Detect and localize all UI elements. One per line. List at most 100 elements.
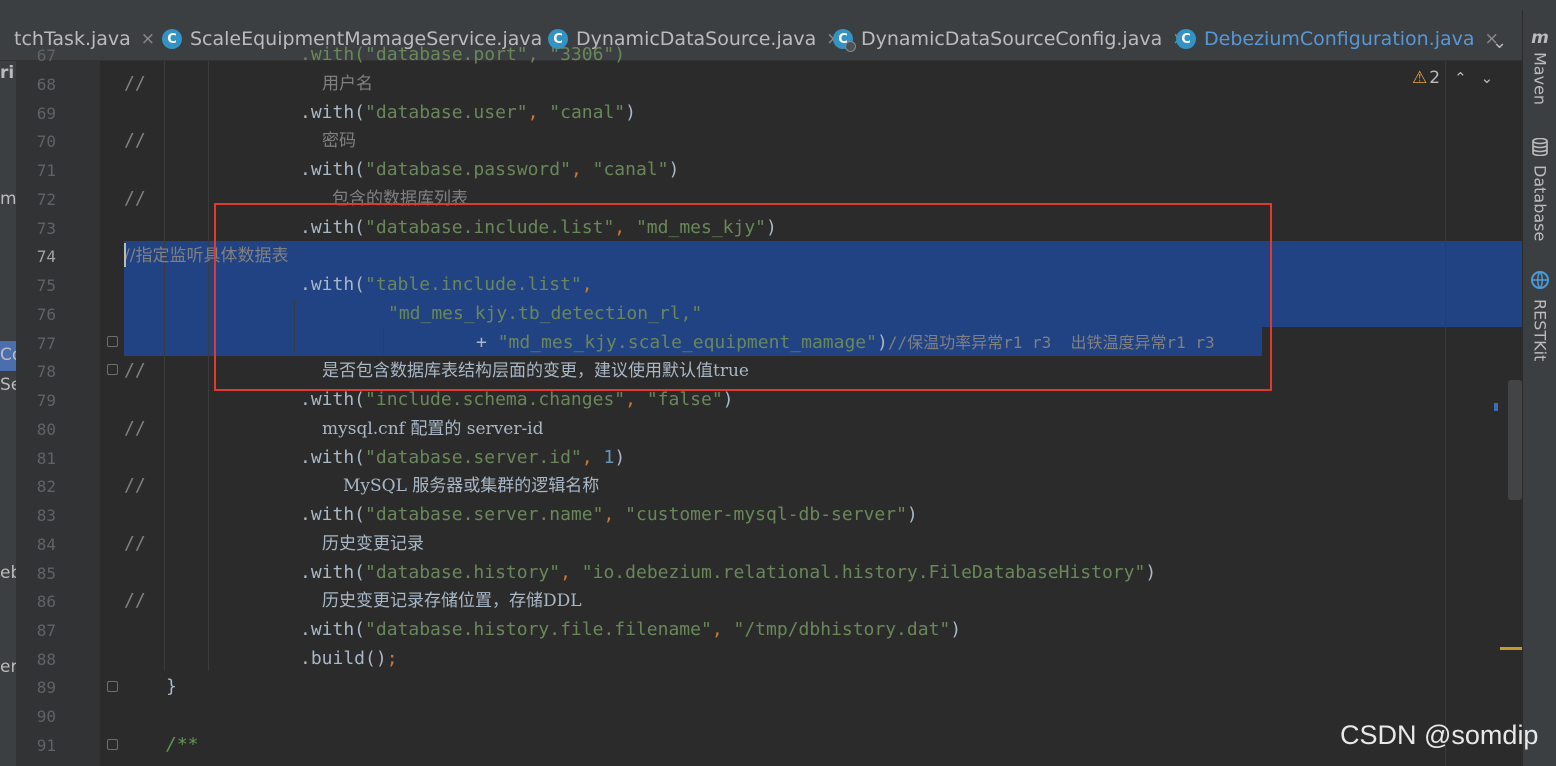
right-tool-strip: m Maven Database RESTKit [1522, 10, 1556, 766]
line-number[interactable]: 74 [16, 247, 56, 266]
maven-tool[interactable]: m Maven [1528, 28, 1552, 105]
line-number[interactable]: 72 [16, 190, 56, 209]
comment-text: 密码 [322, 131, 356, 151]
watermark: CSDN @somdip [1340, 720, 1539, 750]
close-icon[interactable]: × [141, 29, 155, 49]
project-item[interactable]: eb [0, 563, 16, 583]
closing-brace: } [166, 676, 177, 697]
paren: ) [722, 389, 734, 410]
code-line-80: // [124, 414, 146, 443]
line-number[interactable]: 85 [16, 564, 56, 583]
warning-scroll-marker[interactable] [1500, 647, 1522, 650]
line-number[interactable]: 82 [16, 477, 56, 496]
code-line-70-text: 密码 [322, 126, 356, 155]
code-line-68: // [124, 69, 146, 98]
line-number[interactable]: 84 [16, 535, 56, 554]
database-label: Database [1530, 165, 1550, 242]
line-number[interactable]: 76 [16, 305, 56, 324]
code-line-91: /** [166, 730, 199, 759]
scroll-marker[interactable] [1494, 403, 1498, 411]
line-number[interactable]: 90 [16, 707, 56, 726]
chevron-down-icon[interactable]: ⌄ [1492, 32, 1507, 53]
code-line-81: .with("database.server.id", 1) [300, 443, 625, 472]
code-line-84-text: 历史变更记录 [322, 529, 424, 558]
line-number[interactable]: 70 [16, 132, 56, 151]
line-number[interactable]: 91 [16, 736, 56, 755]
paren: ) [625, 102, 636, 123]
method-call: .with( [300, 562, 366, 583]
paren: ) [1145, 562, 1157, 583]
fold-marker-icon[interactable] [107, 364, 118, 375]
comment-text: 历史变更记录 [322, 534, 424, 554]
project-item[interactable]: Co [0, 345, 16, 365]
string-literal: "io.debezium.relational.history.FileData… [581, 562, 1146, 583]
project-item[interactable]: ert [0, 657, 16, 677]
string-literal: "database.server.name" [365, 504, 604, 525]
string-literal: "database.user" [365, 102, 528, 123]
line-number[interactable]: 71 [16, 161, 56, 180]
code-line-89: } [166, 672, 177, 701]
inspection-widget[interactable]: ⚠ 2 ⌃ ⌄ [1412, 68, 1493, 88]
comment-text: 历史变更记录存储位置，存储DDL [322, 591, 582, 611]
fold-marker-icon[interactable] [107, 681, 118, 692]
code-line-69: .with("database.user", "canal") [300, 98, 636, 127]
database-tool[interactable]: Database [1528, 137, 1552, 242]
indent-guide [208, 61, 209, 671]
string-literal: "database.password" [365, 159, 571, 180]
project-item[interactable]: ri [0, 63, 14, 83]
annotation-highlight-box [214, 203, 1272, 391]
line-number[interactable]: 81 [16, 449, 56, 468]
string-literal: "customer-mysql-db-server" [625, 504, 907, 525]
method-call: .with( [300, 389, 366, 410]
fold-marker-icon[interactable] [107, 739, 118, 750]
line-number[interactable]: 89 [16, 678, 56, 697]
globe-icon [1530, 270, 1550, 295]
line-number[interactable]: 80 [16, 420, 56, 439]
restkit-label: RESTKit [1530, 299, 1550, 362]
line-number[interactable]: 67 [16, 46, 56, 65]
chevron-up-icon[interactable]: ⌃ [1454, 69, 1467, 87]
project-item[interactable]: m [0, 189, 16, 209]
code-line-78: // [124, 356, 146, 385]
code-line-82: // [124, 471, 146, 500]
line-number[interactable]: 83 [16, 506, 56, 525]
comment-marker: // [124, 360, 146, 381]
tab-debezium-configuration[interactable]: C DebeziumConfiguration.java × [1176, 24, 1499, 54]
comment-marker: // [124, 475, 146, 496]
line-number[interactable]: 88 [16, 650, 56, 669]
code-line-83: .with("database.server.name", "customer-… [300, 500, 918, 529]
line-number[interactable]: 73 [16, 219, 56, 238]
vertical-scrollbar-thumb[interactable] [1508, 380, 1522, 500]
maven-icon: m [1531, 28, 1549, 48]
code-line-80-text: mysql.cnf 配置的 server-id [322, 414, 544, 443]
method-call: .with( [300, 504, 366, 525]
comment-marker: // [124, 533, 146, 554]
code-line-86-text: 历史变更记录存储位置，存储DDL [322, 586, 582, 615]
chevron-down-icon[interactable]: ⌄ [1481, 69, 1494, 87]
line-number[interactable]: 79 [16, 391, 56, 410]
comment-marker: // [124, 188, 146, 209]
line-number[interactable]: 75 [16, 276, 56, 295]
line-number[interactable]: 86 [16, 592, 56, 611]
line-number[interactable]: 68 [16, 75, 56, 94]
paren: ) [614, 447, 626, 468]
fold-marker-icon[interactable] [107, 336, 118, 347]
line-number[interactable]: 69 [16, 104, 56, 123]
string-literal: "canal" [549, 102, 626, 123]
line-number[interactable]: 87 [16, 621, 56, 640]
code-text: .with("database.port", "3306") [300, 44, 626, 65]
javadoc-start: /** [166, 734, 199, 755]
line-number[interactable]: 77 [16, 334, 56, 353]
code-line-86: // [124, 586, 146, 615]
restkit-tool[interactable]: RESTKit [1528, 270, 1552, 361]
comma: , [625, 389, 647, 410]
database-icon [1532, 137, 1548, 161]
project-item[interactable]: Se [0, 375, 16, 395]
java-class-icon: C [162, 29, 182, 49]
tab-dynamic-data-source-config[interactable]: C DynamicDataSourceConfig.java × [833, 24, 1186, 54]
line-number[interactable]: 78 [16, 362, 56, 381]
java-class-icon: C [1176, 29, 1196, 49]
comma: , [570, 159, 593, 180]
code-line-87: .with("database.history.file.filename", … [300, 615, 961, 644]
right-margin-guide [1445, 61, 1446, 766]
